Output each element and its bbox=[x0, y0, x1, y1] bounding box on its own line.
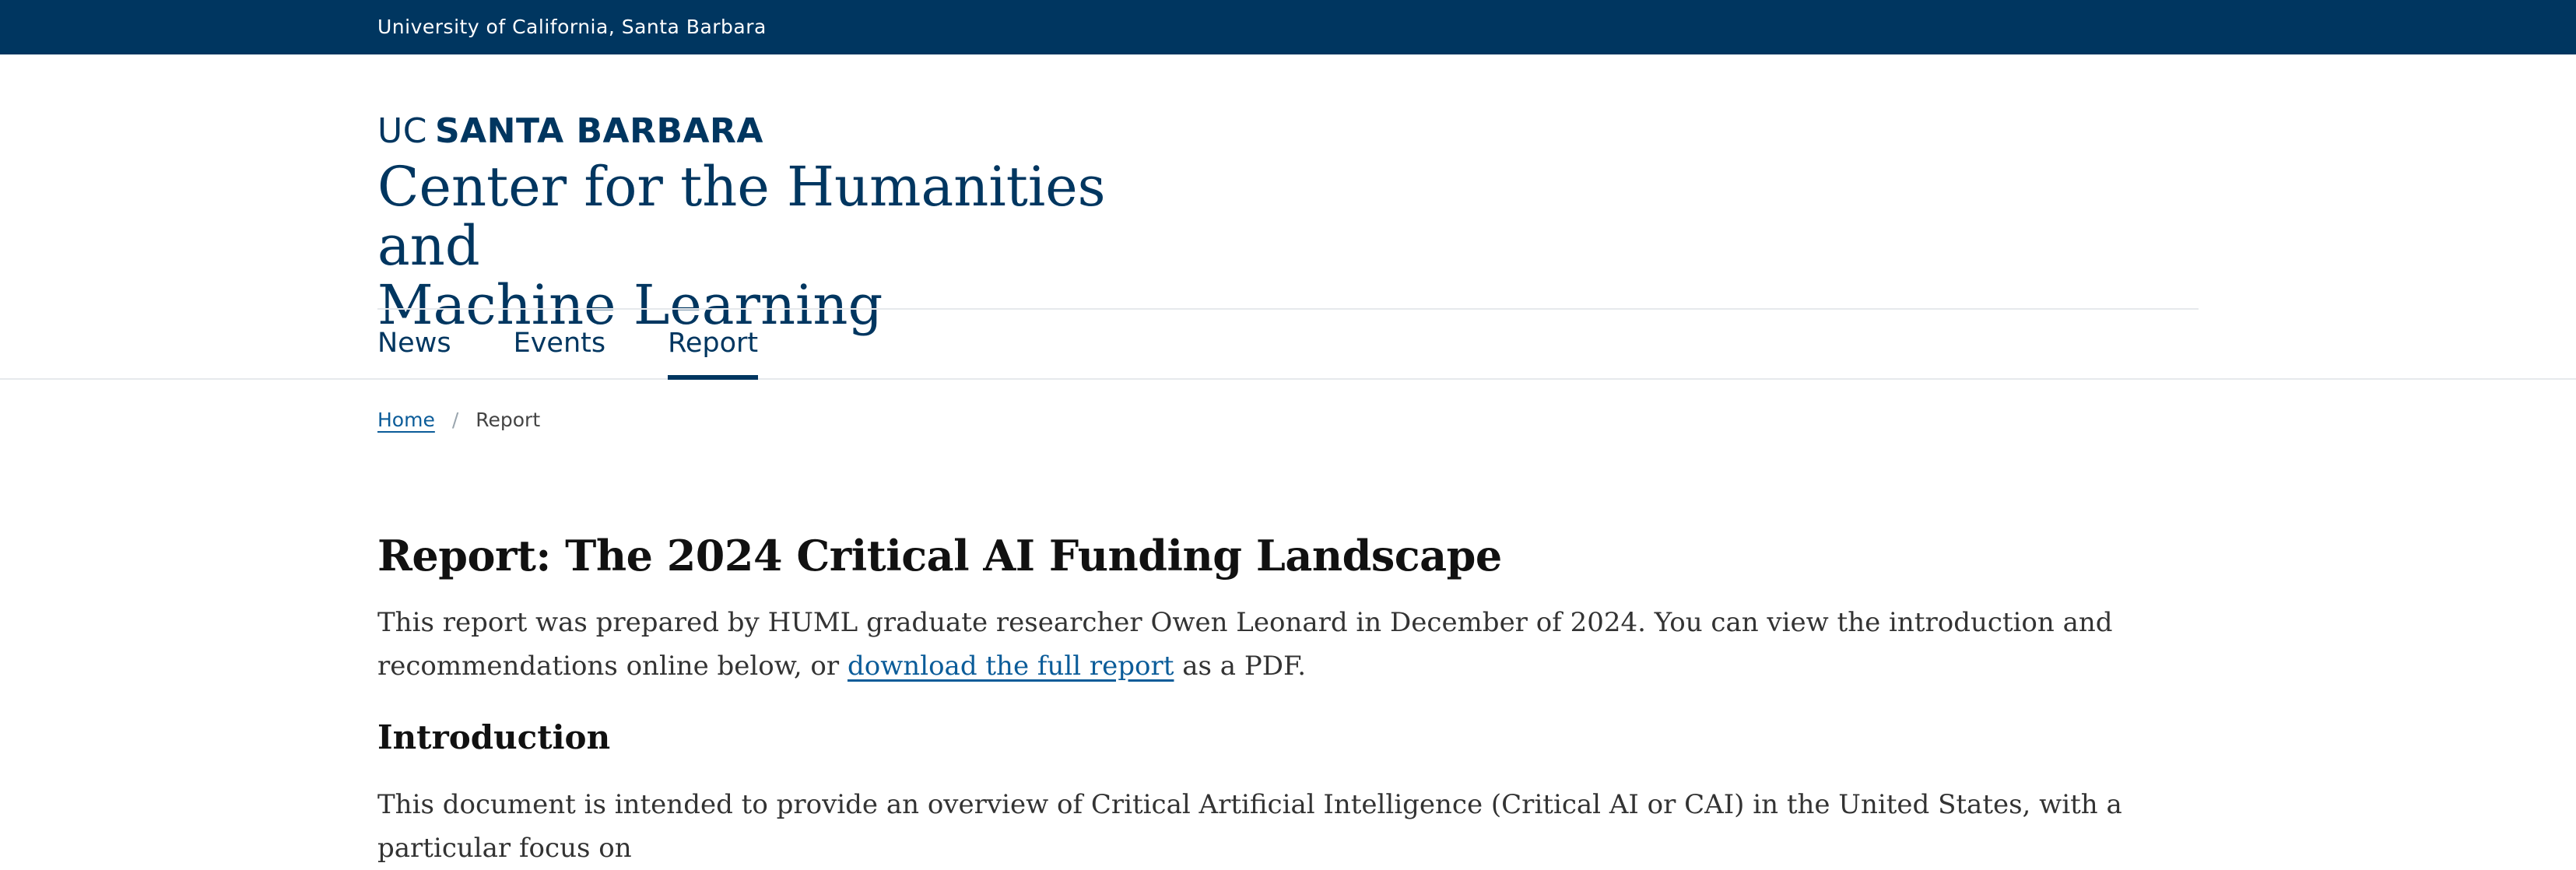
lead-paragraph: This report was prepared by HUML graduat… bbox=[377, 601, 2191, 688]
nav-item-report[interactable]: Report bbox=[668, 308, 759, 380]
introduction-paragraph: This document is intended to provide an … bbox=[377, 789, 2122, 864]
nav-item-news[interactable]: News bbox=[377, 308, 451, 378]
logo-uc: UC bbox=[377, 111, 427, 151]
page-title: Report: The 2024 Critical AI Funding Lan… bbox=[377, 531, 1502, 581]
breadcrumb-separator: / bbox=[451, 409, 459, 431]
lead-text-end: as a PDF. bbox=[1174, 651, 1307, 682]
top-utility-bar: University of California, Santa Barbara bbox=[0, 0, 2576, 54]
breadcrumb-current: Report bbox=[476, 409, 541, 431]
introduction-heading: Introduction bbox=[377, 718, 611, 756]
nav-item-events[interactable]: Events bbox=[514, 308, 606, 378]
site-title-line-1: Center for the Humanities and bbox=[377, 155, 1106, 278]
breadcrumb: Home / Report bbox=[377, 409, 540, 431]
ucsb-logo[interactable]: UC SANTA BARBARA bbox=[377, 112, 2576, 151]
university-name[interactable]: University of California, Santa Barbara bbox=[377, 0, 2576, 54]
main-navigation: News Events Report bbox=[0, 308, 2576, 380]
site-header: UC SANTA BARBARA Center for the Humanitie… bbox=[377, 54, 2576, 335]
logo-santa-barbara: SANTA BARBARA bbox=[434, 111, 763, 151]
breadcrumb-home-link[interactable]: Home bbox=[377, 409, 435, 431]
main-content: Report: The 2024 Critical AI Funding Lan… bbox=[377, 528, 2199, 870]
download-report-link[interactable]: download the full report bbox=[848, 651, 1174, 682]
